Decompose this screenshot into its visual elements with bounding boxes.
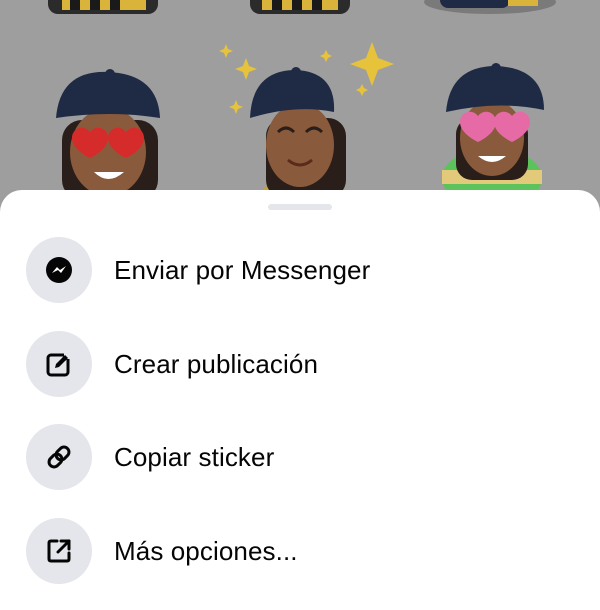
sticker-heart-eyes[interactable] xyxy=(56,69,160,200)
more-options-option[interactable]: Más opciones... xyxy=(0,508,600,594)
create-post-label: Crear publicación xyxy=(114,348,319,379)
create-post-option[interactable]: Crear publicación xyxy=(0,321,600,407)
link-icon xyxy=(26,424,92,490)
send-by-messenger-option[interactable]: Enviar por Messenger xyxy=(0,227,600,313)
send-by-messenger-label: Enviar por Messenger xyxy=(114,254,371,285)
messenger-icon xyxy=(26,237,92,303)
external-share-icon xyxy=(26,518,92,584)
sticker-happy-sparkles[interactable] xyxy=(219,42,394,200)
more-options-label: Más opciones... xyxy=(114,535,298,566)
sticker-heart-eyes-easter-egg[interactable] xyxy=(442,63,544,200)
copy-sticker-option[interactable]: Copiar sticker xyxy=(0,414,600,500)
drag-handle[interactable] xyxy=(268,204,332,210)
sticker-top-1[interactable] xyxy=(48,0,158,14)
sticker-grid xyxy=(0,0,600,200)
copy-sticker-label: Copiar sticker xyxy=(114,441,275,472)
sticker-top-3[interactable] xyxy=(424,0,556,14)
sticker-top-2[interactable] xyxy=(250,0,350,14)
bottom-sheet: Enviar por Messenger Crear publicación C… xyxy=(0,190,600,610)
edit-post-icon xyxy=(26,331,92,397)
